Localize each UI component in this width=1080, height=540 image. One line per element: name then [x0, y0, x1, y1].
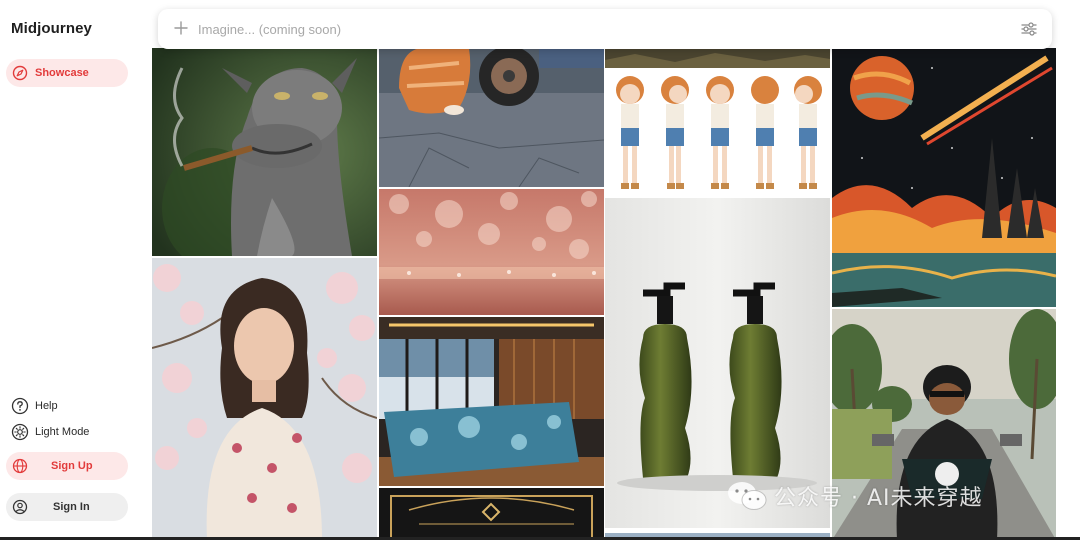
wechat-watermark: 公众号 · AI未来穿越	[726, 478, 983, 514]
sign-in-label: Sign In	[53, 501, 90, 513]
sun-icon	[11, 423, 29, 441]
sidebar-item-light-mode[interactable]: Light Mode	[11, 422, 89, 442]
compass-icon	[12, 65, 28, 81]
gallery-image[interactable]	[379, 189, 604, 315]
user-circle-icon	[12, 499, 28, 515]
retro-space-planet-image	[832, 48, 1056, 307]
gallery-image[interactable]	[379, 317, 604, 486]
luxury-bar-interior-image	[379, 317, 604, 486]
rose-gold-glitter-bokeh-image	[379, 189, 604, 315]
app-window: Midjourney Showcase Help Light Mode Sign…	[0, 0, 1080, 540]
sidebar-item-help[interactable]: Help	[11, 396, 58, 416]
gallery-image[interactable]	[605, 70, 830, 196]
sidebar-item-showcase[interactable]: Showcase	[6, 59, 128, 87]
gallery-image[interactable]	[152, 48, 377, 256]
image-gallery	[152, 0, 1056, 540]
sign-in-button[interactable]: Sign In	[6, 493, 128, 521]
gallery-image[interactable]	[379, 48, 604, 187]
sidebar-item-label: Showcase	[35, 67, 89, 79]
landscape-strip-image	[605, 48, 830, 68]
wechat-icon	[728, 482, 767, 510]
gallery-image[interactable]	[605, 48, 830, 68]
sign-up-label: Sign Up	[51, 460, 93, 472]
goat-smoking-image	[152, 48, 377, 256]
gallery-image[interactable]	[152, 258, 377, 540]
brand-logo-text[interactable]: Midjourney	[11, 20, 92, 37]
gallery-image[interactable]	[379, 488, 604, 540]
question-circle-icon	[11, 397, 29, 415]
gold-tarot-card-image	[379, 488, 604, 540]
globe-icon	[12, 458, 28, 474]
prompt-bar	[158, 9, 1052, 49]
sidebar-item-label: Light Mode	[35, 426, 90, 438]
sidebar: Midjourney Showcase Help Light Mode Sign…	[0, 0, 140, 540]
gallery-image[interactable]	[832, 48, 1056, 307]
settings-sliders-icon[interactable]	[1020, 20, 1038, 38]
woman-in-cherry-blossoms-image	[152, 258, 377, 540]
sign-up-button[interactable]: Sign Up	[6, 452, 128, 480]
character-turnaround-sheet-image	[605, 70, 830, 196]
orange-cat-by-car-image	[379, 48, 604, 187]
imagine-prompt-input[interactable]	[198, 20, 898, 38]
sidebar-item-label: Help	[35, 400, 58, 412]
watermark-text: 公众号 · AI未来穿越	[774, 486, 983, 511]
plus-icon[interactable]	[173, 20, 189, 36]
